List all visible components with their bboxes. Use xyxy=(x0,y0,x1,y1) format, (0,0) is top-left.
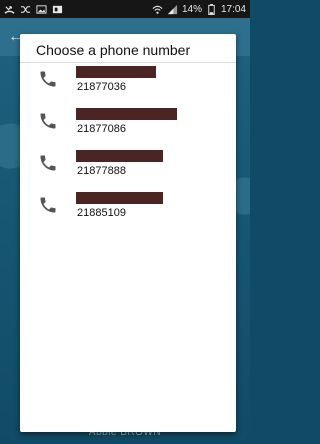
redacted-label xyxy=(76,150,163,162)
wifi-icon xyxy=(152,4,163,15)
clock: 17:04 xyxy=(220,3,246,15)
phone-number-item[interactable]: 21885109 xyxy=(20,190,236,232)
phone-icon xyxy=(38,69,58,89)
phone-icon xyxy=(38,195,58,215)
redacted-label xyxy=(76,108,177,120)
divider xyxy=(20,62,236,63)
phone-icon xyxy=(38,153,58,173)
signal-icon xyxy=(167,4,178,15)
phone-icon xyxy=(38,111,58,131)
phone-number-item[interactable]: 21877086 xyxy=(20,106,236,148)
phone-number: 21885109 xyxy=(77,207,126,219)
redacted-label xyxy=(76,66,156,78)
image-icon xyxy=(36,4,47,15)
status-bar: 14% 17:04 xyxy=(0,0,250,18)
redacted-label xyxy=(76,192,163,204)
phone-number: 21877888 xyxy=(77,165,126,177)
dialog-title: Choose a phone number xyxy=(36,42,191,58)
phone-number-item[interactable]: 21877888 xyxy=(20,148,236,190)
battery-icon xyxy=(206,3,217,15)
phone-missed-icon xyxy=(4,4,15,15)
shuffle-icon xyxy=(20,4,31,15)
office-icon xyxy=(52,4,63,15)
battery-percent: 14% xyxy=(181,3,202,15)
phone-number: 21877086 xyxy=(77,123,126,135)
phone-number: 21877036 xyxy=(77,81,126,93)
phone-number-list: 21877036 21877086 21877888 21885109 xyxy=(20,64,236,232)
choose-phone-dialog: Choose a phone number 21877036 21877086 … xyxy=(20,34,236,432)
phone-number-item[interactable]: 21877036 xyxy=(20,64,236,106)
